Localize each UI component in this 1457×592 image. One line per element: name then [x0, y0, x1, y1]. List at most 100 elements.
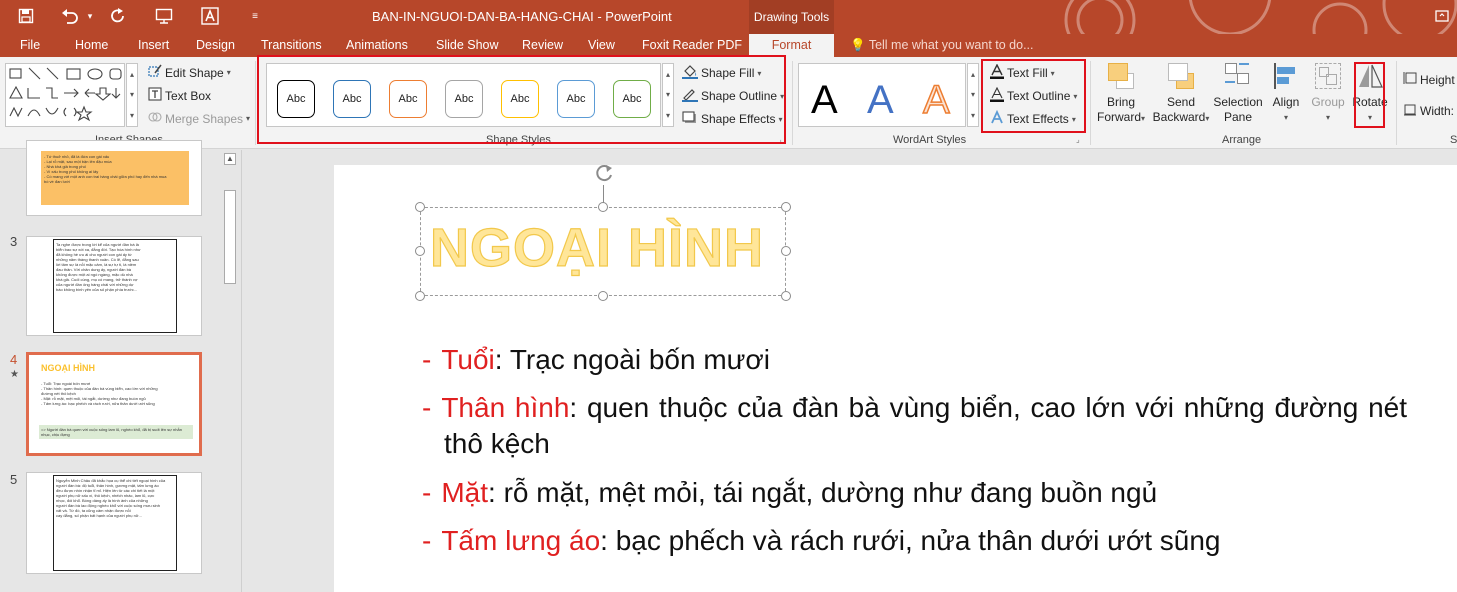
- wordart-style-2[interactable]: A: [867, 78, 894, 123]
- thumbnail-text-frame: Ta nghe được trong lời kể của người đàn …: [53, 239, 177, 333]
- width-icon: [1403, 102, 1417, 119]
- chevron-down-icon: ▾: [226, 68, 231, 77]
- title-bar: ▾ ≡ BAN-IN-NGUOI-DAN-BA-HANG-CHAI - Powe…: [0, 0, 1457, 57]
- edit-shape-button[interactable]: Edit Shape ▾: [148, 64, 231, 81]
- undo-dropdown-icon[interactable]: ▾: [84, 4, 96, 28]
- highlight-box-shape-styles: [257, 55, 786, 144]
- thumbnail-title: NGOẠI HÌNH: [41, 363, 95, 373]
- scroll-up-arrow-icon[interactable]: ▲: [224, 153, 236, 165]
- ribbon-tabs: File Home Insert Design Transitions Anim…: [0, 34, 1457, 57]
- slide-canvas[interactable]: NGOẠI HÌNH - Tuổi: Trạc ngoài bốn mươi -T…: [334, 165, 1457, 592]
- tab-insert[interactable]: Insert: [138, 38, 169, 52]
- slide-number-5: 5: [10, 472, 18, 487]
- ribbon: ▴▾▾ Edit Shape▾ Text Box Merge Shapes▾ I…: [0, 55, 1457, 149]
- resize-handle-bottom[interactable]: [598, 291, 608, 301]
- merge-shapes-icon: [148, 110, 162, 127]
- group-divider: [792, 61, 793, 145]
- tell-me-search[interactable]: 💡 Tell me what you want to do...: [850, 38, 1034, 53]
- thumbnail-text-frame: Nguyễn Minh Châu đã khắc họa cụ thể chi …: [53, 475, 177, 571]
- tab-slide-show[interactable]: Slide Show: [436, 38, 499, 52]
- bullet-back-shirt[interactable]: - Tấm lưng áo: bạc phếch và rách rưới, nử…: [422, 523, 1407, 559]
- shapes-gallery-scroll[interactable]: ▴ ▾ ▾: [126, 63, 138, 127]
- slide-thumbnail-4-selected[interactable]: NGOẠI HÌNH - Tuổi: Trạc ngoài bốn mươi -…: [26, 352, 202, 456]
- slide-thumbnail-2[interactable]: - Tứ thuở nhỏ, đã là đứa con gái xấu - L…: [26, 140, 202, 216]
- ribbon-display-icon[interactable]: [1432, 4, 1452, 28]
- resize-handle-bottom-left[interactable]: [415, 291, 425, 301]
- send-backward-button[interactable]: Send Backward▾: [1150, 61, 1212, 126]
- height-field[interactable]: Height: [1403, 71, 1455, 88]
- group-icon: [1313, 61, 1343, 91]
- bring-forward-icon: [1106, 61, 1136, 91]
- font-a-icon[interactable]: [198, 4, 222, 28]
- tab-foxit-reader-pdf[interactable]: Foxit Reader PDF: [642, 38, 742, 52]
- wordart-styles-group-label: WordArt Styles: [893, 134, 967, 146]
- resize-handle-top[interactable]: [598, 202, 608, 212]
- tab-file[interactable]: File: [20, 38, 40, 52]
- slide-title: NGOẠI HÌNH: [429, 217, 764, 278]
- tell-me-placeholder: Tell me what you want to do...: [868, 38, 1034, 52]
- bullet-dash: -: [422, 392, 432, 423]
- bullet-age[interactable]: - Tuổi: Trạc ngoài bốn mươi: [422, 342, 1407, 378]
- bring-forward-button[interactable]: Bring Forward▾: [1093, 61, 1149, 126]
- group-divider: [1090, 61, 1091, 145]
- align-button[interactable]: Align ▾: [1266, 61, 1306, 125]
- resize-handle-right[interactable]: [781, 246, 791, 256]
- tab-view[interactable]: View: [588, 38, 615, 52]
- chevron-down-icon: ▾: [246, 114, 251, 123]
- save-icon[interactable]: [14, 4, 38, 28]
- edit-shape-icon: [148, 64, 162, 81]
- resize-handle-top-left[interactable]: [415, 202, 425, 212]
- group-button[interactable]: Group ▾: [1307, 61, 1349, 125]
- dialog-launcher-icon[interactable]: ⌟: [1076, 135, 1085, 144]
- tab-format[interactable]: Format: [749, 34, 834, 57]
- chevron-down-icon: ▾: [1205, 114, 1210, 123]
- tab-animations[interactable]: Animations: [346, 38, 408, 52]
- arrange-group-label: Arrange: [1222, 134, 1262, 146]
- wordart-style-1[interactable]: A: [811, 78, 838, 123]
- resize-handle-bottom-right[interactable]: [781, 291, 791, 301]
- undo-icon[interactable]: [58, 4, 82, 28]
- slide-number-3: 3: [10, 234, 18, 249]
- presentation-icon[interactable]: [152, 4, 176, 28]
- resize-handle-left[interactable]: [415, 246, 425, 256]
- group-divider: [1396, 61, 1397, 145]
- align-icon: [1271, 61, 1301, 91]
- resize-handle-top-right[interactable]: [781, 202, 791, 212]
- selection-pane-button[interactable]: Selection Pane: [1212, 61, 1264, 125]
- slide-thumbnail-5[interactable]: Nguyễn Minh Châu đã khắc họa cụ thể chi …: [26, 472, 202, 574]
- scrollbar-thumb[interactable]: [224, 190, 236, 284]
- highlight-box-text-tools: [981, 59, 1086, 133]
- lightbulb-icon: 💡: [850, 38, 866, 52]
- wordart-style-3[interactable]: A: [922, 77, 950, 123]
- text-box-icon: [148, 87, 162, 104]
- selection-pane-icon: [1223, 61, 1253, 91]
- chevron-down-icon: ▾: [1283, 113, 1288, 122]
- tab-review[interactable]: Review: [522, 38, 563, 52]
- bullet-face[interactable]: - Mặt: rỗ mặt, mệt mỏi, tái ngắt, dường n…: [422, 475, 1407, 511]
- slide-thumbnail-pane[interactable]: - Tứ thuở nhỏ, đã là đứa con gái xấu - L…: [0, 140, 242, 592]
- slide-number-4: 4: [10, 352, 18, 367]
- redo-icon[interactable]: [106, 4, 130, 28]
- merge-shapes-button[interactable]: Merge Shapes ▾: [148, 110, 250, 127]
- bullet-body[interactable]: - Thân hình: quen thuộc của đàn bà vùng b…: [422, 390, 1407, 462]
- thumbnail-scrollbar[interactable]: ▲: [222, 150, 238, 592]
- tab-home[interactable]: Home: [75, 38, 108, 52]
- document-title: BAN-IN-NGUOI-DAN-BA-HANG-CHAI - PowerPoi…: [372, 9, 672, 24]
- customize-qat-icon[interactable]: ≡: [248, 4, 262, 28]
- width-field[interactable]: Width:: [1403, 102, 1454, 119]
- send-backward-icon: [1166, 61, 1196, 91]
- powerpoint-window: ▾ ≡ BAN-IN-NGUOI-DAN-BA-HANG-CHAI - Powe…: [0, 0, 1457, 592]
- size-group-label: S: [1450, 134, 1457, 146]
- text-box-button[interactable]: Text Box: [148, 87, 211, 104]
- thumbnail-highlight-block: - Tứ thuở nhỏ, đã là đứa con gái xấu - L…: [41, 151, 189, 205]
- slide-thumbnail-3[interactable]: Ta nghe được trong lời kể của người đàn …: [26, 236, 202, 336]
- shapes-gallery[interactable]: [5, 63, 125, 127]
- height-icon: [1403, 71, 1417, 88]
- wordart-gallery-scroll[interactable]: ▴ ▾ ▾: [967, 63, 979, 127]
- tab-design[interactable]: Design: [196, 38, 235, 52]
- chevron-down-icon: ▾: [1325, 113, 1330, 122]
- slide-editing-area: NGOẠI HÌNH - Tuổi: Trạc ngoài bốn mươi -T…: [243, 150, 1457, 592]
- tab-transitions[interactable]: Transitions: [261, 38, 322, 52]
- rotate-handle-icon[interactable]: [592, 161, 616, 185]
- thumbnail-bullets: - Tuổi: Trạc ngoài bốn mươi - Thân hình:…: [41, 381, 158, 406]
